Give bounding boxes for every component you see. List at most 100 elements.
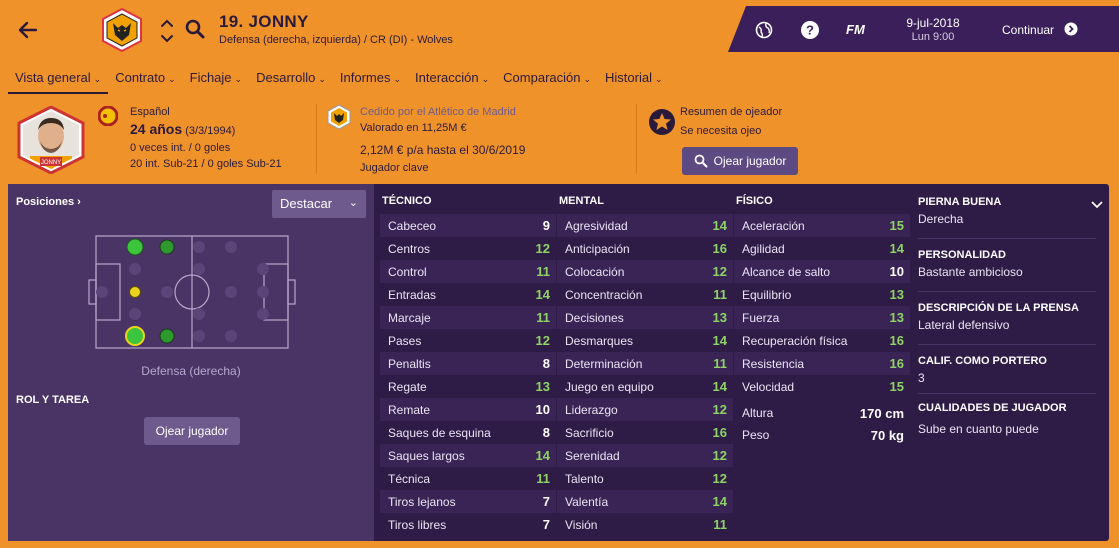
attribute-name: Recuperación física [742, 333, 848, 348]
attribute-name: Saques de esquina [388, 425, 491, 440]
attribute-value: 15 [889, 218, 904, 233]
search-icon[interactable] [184, 18, 206, 40]
attribute-row: Decisiones 13 [557, 306, 733, 329]
attribute-name: Determinación [565, 356, 643, 371]
attribute-name: Técnica [388, 471, 431, 486]
attribute-name: Valentía [565, 494, 609, 509]
globe-icon[interactable] [754, 20, 774, 40]
tab-fichaje[interactable]: Fichaje ⌄ [183, 64, 249, 94]
tab-comparacion[interactable]: Comparación ⌄ [496, 64, 598, 94]
position-marker [159, 239, 175, 255]
attribute-value: 9 [542, 218, 550, 233]
attribute-name: Alcance de salto [742, 264, 831, 279]
attribute-value: 14 [712, 333, 727, 348]
attribute-value: 12 [712, 264, 727, 279]
attribute-name: Equilibrio [742, 287, 792, 302]
player-up-down-icon[interactable] [159, 16, 175, 46]
attribute-value: 14 [535, 448, 550, 463]
attribute-name: Concentración [565, 287, 643, 302]
physical-attributes: FÍSICO Aceleración 15 Agilidad 14 Alcance de… [734, 184, 910, 446]
club-badge-small-icon [327, 104, 351, 130]
attribute-row: Marcaje 11 [380, 306, 556, 329]
scout-player-button-2[interactable]: Ojear jugador [144, 417, 240, 445]
attribute-row: Saques largos 14 [380, 444, 556, 467]
player-details: PIERNA BUENA Derecha PERSONALIDAD Bastan… [918, 184, 1109, 541]
personality-title: PERSONALIDAD [918, 249, 1007, 261]
scout-player-label: Ojear jugador [713, 154, 787, 168]
club-badge-icon[interactable] [100, 8, 144, 52]
chevron-down-icon: ⌄ [168, 74, 176, 84]
attribute-row: Juego en equipo 14 [557, 375, 733, 398]
preferred-foot-title: PIERNA BUENA [918, 196, 1002, 208]
tab-interaccion[interactable]: Interacción ⌄ [408, 64, 496, 94]
technical-title: TÉCNICO [382, 195, 432, 207]
age-block: 24 años (3/3/1994) [130, 121, 235, 137]
tab-historial[interactable]: Historial ⌄ [598, 64, 670, 94]
loan-text[interactable]: Cedido por el Atlético de Madrid [360, 106, 516, 118]
attribute-value: 12 [712, 471, 727, 486]
attribute-name: Marcaje [388, 310, 431, 325]
weight-value: 70 kg [870, 427, 904, 443]
chevron-down-icon: ⌄ [93, 74, 102, 84]
attribute-row: Equilibrio 13 [734, 283, 910, 306]
game-day-time: Lun 9:00 [911, 31, 955, 43]
attribute-name: Decisiones [565, 310, 624, 325]
chevron-down-icon[interactable] [1090, 200, 1104, 210]
attribute-row: Determinación 11 [557, 352, 733, 375]
attribute-row: Entradas 14 [380, 283, 556, 306]
game-status-panel: ? FM 9-jul-2018 Lun 9:00 Continuar [728, 6, 1119, 52]
height-value: 170 cm [859, 405, 904, 421]
player-face-icon: JONNY [17, 106, 85, 174]
weight-label: Peso [742, 428, 770, 442]
attribute-row: Alcance de salto 10 [734, 260, 910, 283]
attribute-name: Saques largos [388, 448, 465, 463]
attribute-row: Control 11 [380, 260, 556, 283]
goalkeeper-rating-value: 3 [918, 371, 925, 385]
chevron-down-icon: ⌄ [318, 74, 326, 84]
press-description-value: Lateral defensivo [918, 318, 1010, 332]
attribute-name: Control [388, 264, 427, 279]
attribute-row: Centros 12 [380, 237, 556, 260]
tab-vista-general[interactable]: Vista general ⌄ [8, 64, 109, 94]
tab-desarrollo[interactable]: Desarrollo ⌄ [249, 64, 333, 94]
attribute-value: 16 [889, 333, 904, 348]
profile-tabs: Vista general ⌄ Contrato ⌄ Fichaje ⌄ Desarr… [8, 64, 670, 94]
attribute-value: 12 [535, 333, 550, 348]
svg-text:?: ? [806, 23, 814, 38]
squad-status: Jugador clave [360, 162, 429, 174]
help-icon[interactable]: ? [800, 20, 820, 40]
attribute-value: 14 [712, 379, 727, 394]
chevron-down-icon: ⌄ [234, 74, 243, 84]
fm-logo[interactable]: FM [846, 22, 865, 37]
scout-player-button[interactable]: Ojear jugador [682, 147, 798, 175]
attribute-name: Visión [565, 517, 598, 532]
attribute-row: Saques de esquina 8 [380, 421, 556, 444]
attribute-value: 14 [712, 494, 727, 509]
position-marker-selected [125, 326, 145, 346]
attribute-row: Agresividad 14 [557, 214, 733, 237]
attribute-name: Anticipación [565, 241, 630, 256]
attribute-value: 11 [536, 471, 550, 486]
back-arrow-icon[interactable] [14, 16, 42, 44]
top-bar: 19. JONNY Defensa (derecha, izquierda) /… [0, 0, 1119, 60]
chevron-right-circle-icon[interactable] [1064, 22, 1078, 36]
attribute-row: Sacrificio 16 [557, 421, 733, 444]
attribute-row: Técnica 11 [380, 467, 556, 490]
positions-title[interactable]: Posiciones › [16, 196, 81, 208]
chevron-down-icon: ⌄ [393, 74, 402, 84]
u21-caps: 20 int. Sub-21 / 0 goles Sub-21 [130, 158, 282, 170]
tab-contrato[interactable]: Contrato ⌄ [108, 64, 182, 94]
continue-button[interactable]: Continuar [1002, 23, 1054, 37]
attribute-value: 15 [889, 379, 904, 394]
attribute-row: Velocidad 15 [734, 375, 910, 398]
attribute-value: 13 [712, 310, 727, 325]
attribute-value: 16 [712, 425, 727, 440]
attribute-name: Serenidad [565, 448, 620, 463]
nationality: Español [130, 106, 170, 118]
highlight-dropdown[interactable]: Destacar ⌄ [272, 190, 366, 218]
tab-informes[interactable]: Informes ⌄ [333, 64, 408, 94]
player-trait: Sube en cuanto puede [918, 422, 1039, 436]
attribute-value: 11 [713, 356, 727, 371]
attribute-value: 11 [713, 517, 727, 532]
player-name: 19. JONNY [219, 12, 309, 31]
